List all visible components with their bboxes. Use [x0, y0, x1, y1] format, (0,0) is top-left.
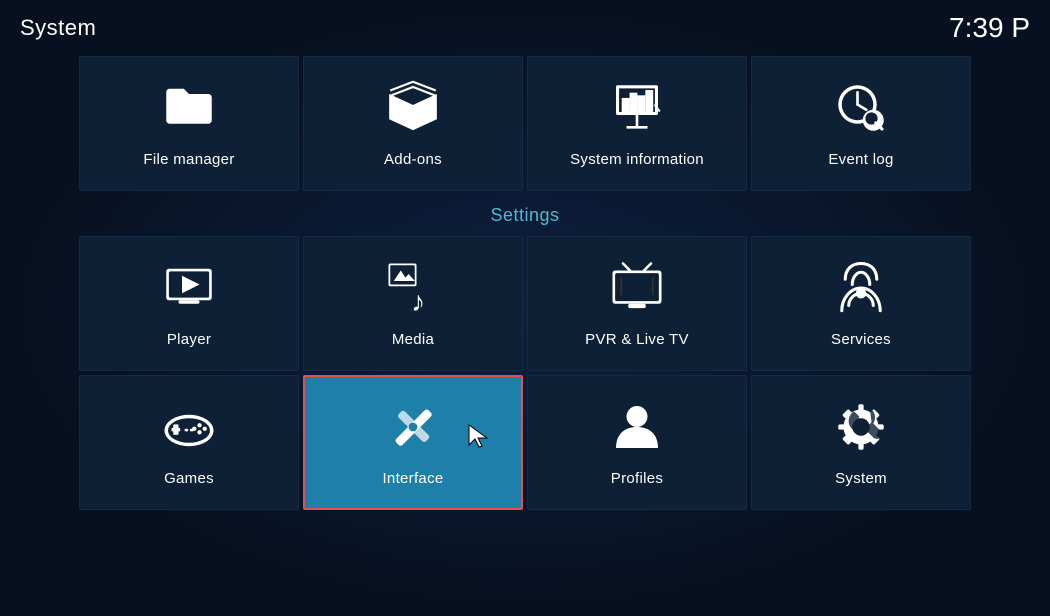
person-icon: [609, 399, 665, 460]
tile-label-add-ons: Add-ons: [384, 151, 442, 168]
tile-media[interactable]: ♪ Media: [303, 236, 523, 371]
tile-label-player: Player: [167, 331, 211, 348]
tile-system-information[interactable]: System information: [527, 56, 747, 191]
page-title: System: [20, 15, 96, 41]
tile-player[interactable]: Player: [79, 236, 299, 371]
tile-system[interactable]: System: [751, 375, 971, 510]
tile-label-system-information: System information: [570, 151, 704, 168]
media-icon: ♪: [385, 260, 441, 321]
header: System 7:39 P: [0, 0, 1050, 52]
tile-profiles[interactable]: Profiles: [527, 375, 747, 510]
tile-label-file-manager: File manager: [143, 151, 234, 168]
tile-file-manager[interactable]: File manager: [79, 56, 299, 191]
tile-label-media: Media: [392, 331, 434, 348]
tile-label-games: Games: [164, 470, 214, 487]
mid-tiles-row: Player ♪ Media: [0, 236, 1050, 371]
broadcast-icon: [833, 260, 889, 321]
tile-pvr-live-tv[interactable]: PVR & Live TV: [527, 236, 747, 371]
tile-services[interactable]: Services: [751, 236, 971, 371]
tile-label-system: System: [835, 470, 887, 487]
tile-label-interface: Interface: [382, 470, 443, 487]
pencil-ruler-icon: [385, 399, 441, 460]
play-icon: [161, 260, 217, 321]
tv-icon: [609, 260, 665, 321]
svg-text:♪: ♪: [411, 285, 425, 315]
page: System 7:39 P File manager: [0, 0, 1050, 616]
tile-label-services: Services: [831, 331, 891, 348]
bottom-tiles-row: Games Interface: [0, 375, 1050, 510]
clock: 7:39 P: [949, 12, 1030, 44]
gear-wrench-icon: [833, 399, 889, 460]
tile-label-profiles: Profiles: [611, 470, 663, 487]
box-icon: [385, 80, 441, 141]
tile-label-event-log: Event log: [828, 151, 893, 168]
settings-section-label: Settings: [0, 205, 1050, 226]
clock-search-icon: [833, 80, 889, 141]
folder-icon: [161, 80, 217, 141]
tile-games[interactable]: Games: [79, 375, 299, 510]
top-tiles-row: File manager A: [0, 56, 1050, 191]
tile-add-ons[interactable]: Add-ons: [303, 56, 523, 191]
cursor: [467, 423, 491, 456]
tile-event-log[interactable]: Event log: [751, 56, 971, 191]
tile-label-pvr-live-tv: PVR & Live TV: [585, 331, 689, 348]
tile-interface[interactable]: Interface: [303, 375, 523, 510]
presentation-icon: [609, 80, 665, 141]
gamepad-icon: [161, 399, 217, 460]
